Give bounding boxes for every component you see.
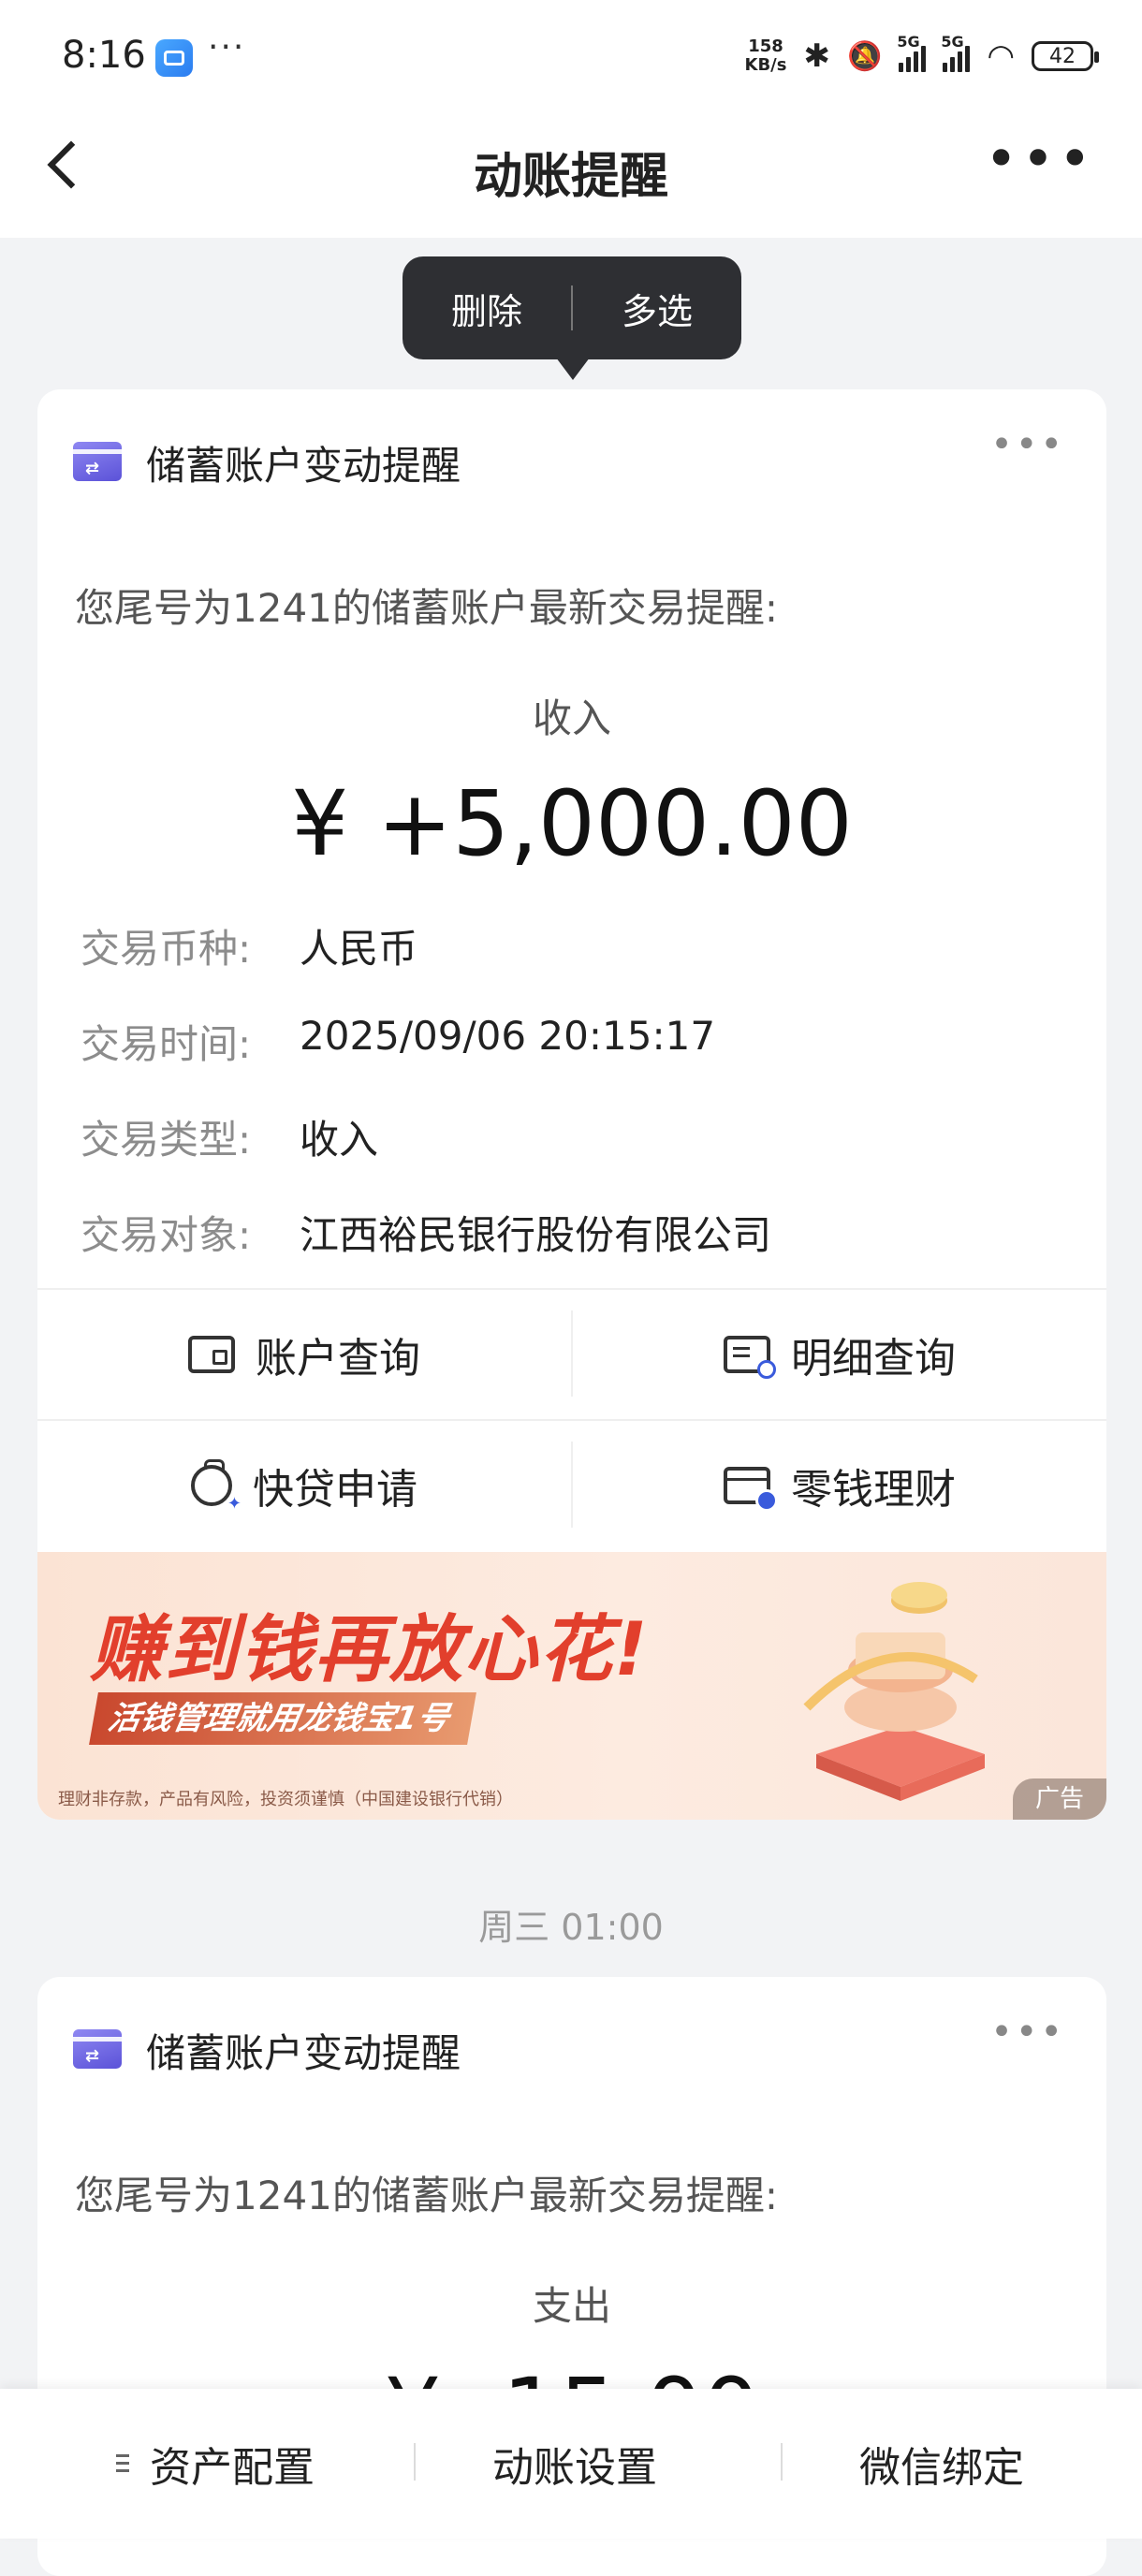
network-speed: 158 KB/s [744, 37, 787, 75]
mute-vibrate-icon: 🔕 [846, 39, 883, 73]
account-query-button[interactable]: 账户查询 [37, 1290, 571, 1419]
time-label: 交易时间: [81, 1021, 252, 1067]
status-bar: 8:16 ··· 158 KB/s ✱ 🔕 5G 5G ◠ 42 [0, 0, 1142, 112]
wifi-icon: ◠ [987, 37, 1015, 75]
multi-select-button[interactable]: 多选 [573, 283, 741, 334]
message-timestamp: 周三 01:00 [478, 1907, 664, 1948]
counterparty-label: 交易对象: [81, 1212, 252, 1258]
status-more-icon: ··· [208, 28, 246, 66]
context-menu: 删除 多选 [403, 256, 741, 380]
battery-icon: 42 [1032, 41, 1099, 71]
type-value: 收入 [300, 1117, 379, 1163]
detail-query-button[interactable]: 明细查询 [573, 1290, 1106, 1419]
app-notification-icon [155, 39, 193, 77]
status-time: 8:16 [62, 34, 146, 77]
card-coin-icon [724, 1467, 778, 1512]
ad-tag: 广告 [1013, 1778, 1106, 1820]
coin-stack-illustration [803, 1582, 985, 1801]
bottom-bar: 资产配置 动账设置 微信绑定 [0, 2389, 1142, 2539]
change-settings-button[interactable]: 动账设置 [416, 2389, 734, 2539]
cell-signal-icon-2: 5G [941, 33, 971, 72]
counterparty-value: 江西裕民银行股份有限公司 [300, 1212, 772, 1258]
transaction-amount: ¥ +5,000.00 [291, 771, 853, 876]
savings-card-icon: ⇄ [73, 442, 122, 481]
card-more-icon[interactable]: ••• [990, 2011, 1065, 2054]
card-intro: 您尾号为1241的储蓄账户最新交易提醒: [75, 585, 779, 631]
money-bag-icon [191, 1459, 242, 1514]
change-finance-button[interactable]: 零钱理财 [573, 1421, 1106, 1550]
time-value: 2025/09/06 20:15:17 [300, 1013, 716, 1059]
detail-search-icon [724, 1336, 776, 1379]
amount-type: 支出 [532, 2283, 611, 2329]
card-title: 储蓄账户变动提醒 [146, 443, 461, 489]
card-title: 储蓄账户变动提醒 [146, 2030, 461, 2076]
delete-button[interactable]: 删除 [403, 283, 571, 334]
currency-label: 交易币种: [81, 926, 252, 972]
quick-loan-button[interactable]: 快贷申请 [37, 1421, 571, 1550]
bluetooth-icon: ✱ [803, 37, 830, 75]
wallet-icon [188, 1336, 235, 1373]
card-more-icon[interactable]: ••• [990, 423, 1065, 466]
ad-headline: 赚到钱再放心花! [90, 1608, 650, 1692]
wechat-bind-button[interactable]: 微信绑定 [783, 2389, 1101, 2539]
asset-config-button[interactable]: 资产配置 [56, 2389, 374, 2539]
more-options-icon[interactable]: ••• [985, 131, 1095, 187]
cell-signal-icon-1: 5G [897, 33, 927, 72]
amount-type: 收入 [532, 695, 611, 741]
card-intro: 您尾号为1241的储蓄账户最新交易提醒: [75, 2173, 779, 2218]
savings-card-icon: ⇄ [73, 2029, 122, 2069]
menu-icon [116, 2452, 129, 2475]
notification-card[interactable]: ⇄ 储蓄账户变动提醒 ••• 您尾号为1241的储蓄账户最新交易提醒: 收入 ¥… [37, 389, 1106, 1820]
status-indicators: 158 KB/s ✱ 🔕 5G 5G ◠ 42 [744, 33, 1099, 79]
ad-subtitle: 活钱管理就用龙钱宝1号 [89, 1692, 476, 1745]
ad-banner[interactable]: 赚到钱再放心花! 活钱管理就用龙钱宝1号 理财非存款，产品有风险，投资须谨慎（中… [37, 1552, 1106, 1820]
page-title: 动账提醒 [473, 149, 668, 205]
type-label: 交易类型: [81, 1117, 252, 1163]
currency-value: 人民币 [300, 926, 418, 972]
ad-disclaimer: 理财非存款，产品有风险，投资须谨慎（中国建设银行代销） [58, 1790, 513, 1809]
